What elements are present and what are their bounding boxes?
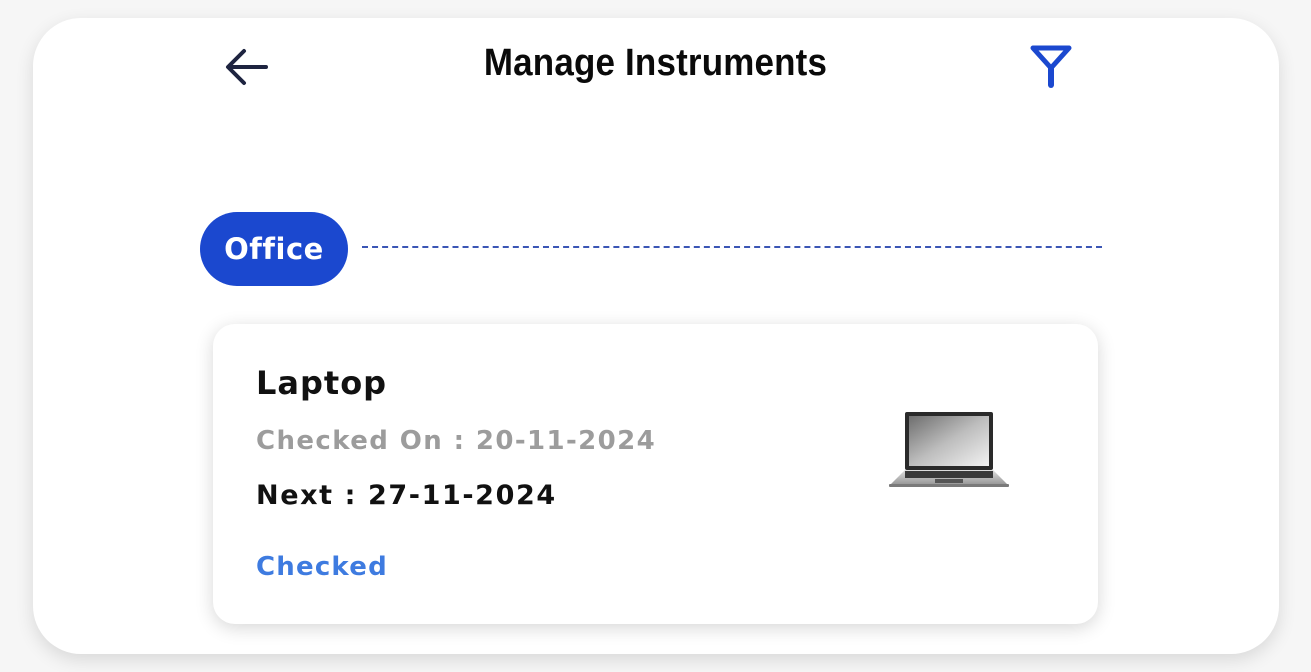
page-title: Manage Instruments bbox=[483, 42, 828, 84]
instrument-name: Laptop bbox=[256, 364, 388, 402]
filter-icon bbox=[1030, 45, 1072, 88]
laptop-icon bbox=[887, 408, 1011, 492]
filter-button[interactable] bbox=[1028, 44, 1074, 90]
next-check-date: Next : 27-11-2024 bbox=[256, 480, 557, 511]
instrument-card[interactable]: Laptop Checked On : 20-11-2024 Next : 27… bbox=[213, 324, 1098, 624]
group-divider bbox=[362, 246, 1102, 248]
checked-on-date: Checked On : 20-11-2024 bbox=[256, 426, 657, 456]
group-chip-office[interactable]: Office bbox=[200, 212, 348, 286]
status-label: Checked bbox=[256, 552, 388, 582]
